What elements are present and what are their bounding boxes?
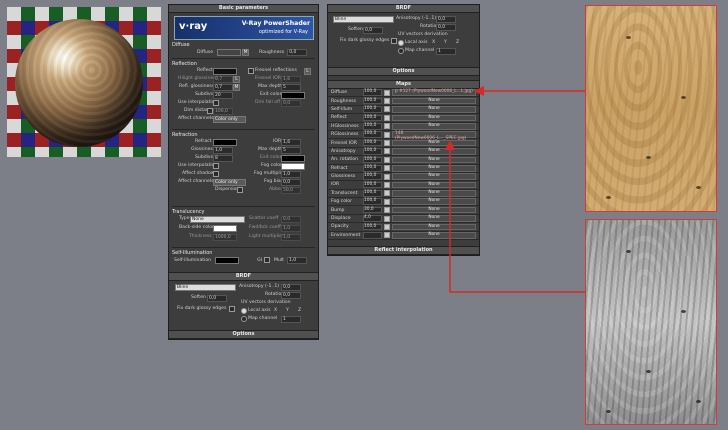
diffuse-arrow-head <box>474 86 484 96</box>
connector-arrows <box>445 86 585 293</box>
spec-arrow-head <box>445 140 455 150</box>
spec-connector-line <box>449 150 585 293</box>
